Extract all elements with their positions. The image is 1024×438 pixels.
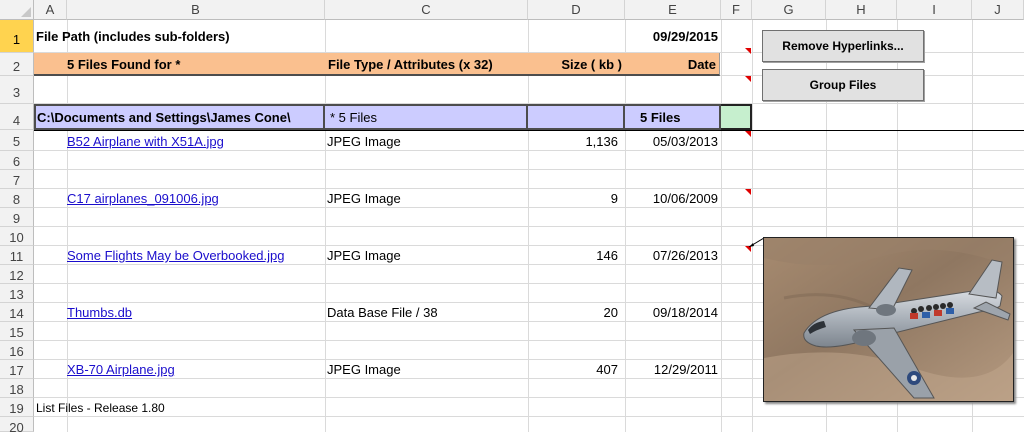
date-column-header: Date — [687, 57, 716, 72]
col-header-g[interactable]: G — [752, 0, 826, 20]
gridline — [34, 169, 1024, 170]
row-header-8[interactable]: 8 — [0, 189, 34, 208]
row-header-20[interactable]: 20 — [0, 417, 34, 435]
row-header-5[interactable]: 5 — [0, 130, 34, 151]
comment-indicator[interactable] — [745, 131, 751, 137]
file-date: 12/29/2011 — [653, 362, 718, 377]
group-files-button[interactable]: Group Files — [762, 69, 924, 101]
row-header-6[interactable]: 6 — [0, 151, 34, 170]
row-header-4[interactable]: 4 — [0, 104, 34, 130]
row-header-16[interactable]: 16 — [0, 341, 34, 360]
file-type: JPEG Image — [327, 362, 401, 377]
f4-cell-border — [721, 104, 752, 130]
type-column-header: File Type / Attributes (x 32) — [328, 57, 493, 72]
file-link[interactable]: B52 Airplane with X51A.jpg — [67, 131, 325, 151]
col-header-h[interactable]: H — [826, 0, 897, 20]
row-header-18[interactable]: 18 — [0, 379, 34, 398]
file-type: JPEG Image — [327, 191, 401, 206]
row-header-1[interactable]: 1 — [0, 20, 34, 53]
comment-indicator[interactable] — [745, 76, 751, 82]
file-date: 05/03/2013 — [652, 133, 718, 149]
row-header-2[interactable]: 2 — [0, 53, 34, 76]
file-link[interactable]: XB-70 Airplane.jpg — [67, 360, 325, 379]
row-header-10[interactable]: 10 — [0, 227, 34, 246]
file-type: Data Base File / 38 — [327, 305, 438, 320]
comment-indicator[interactable] — [745, 189, 751, 195]
file-date: 09/18/2014 — [652, 305, 718, 320]
path-value[interactable]: C:\Documents and Settings\James Cone\ — [37, 104, 323, 130]
row-header-13[interactable]: 13 — [0, 284, 34, 303]
file-size: 20 — [603, 305, 618, 320]
files-pattern[interactable]: * 5 Files — [330, 104, 525, 130]
col-header-d[interactable]: D — [528, 0, 625, 20]
file-link[interactable]: C17 airplanes_091006.jpg — [67, 189, 325, 208]
row-header-11[interactable]: 11 — [0, 246, 34, 265]
row-header-12[interactable]: 12 — [0, 265, 34, 284]
col-header-f[interactable]: F — [721, 0, 752, 20]
file-date: 10/06/2009 — [652, 191, 718, 206]
files-count[interactable]: 5 Files — [640, 104, 720, 130]
files-found-label: 5 Files Found for * — [67, 57, 181, 72]
row-header-15[interactable]: 15 — [0, 322, 34, 341]
comment-indicator[interactable] — [745, 48, 751, 54]
col-header-j[interactable]: J — [972, 0, 1024, 20]
col-header-i[interactable]: I — [897, 0, 972, 20]
gridline — [34, 226, 1024, 227]
file-size: 9 — [610, 191, 618, 206]
row-header-3[interactable]: 3 — [0, 76, 34, 104]
row-header-19[interactable]: 19 — [0, 398, 34, 417]
file-link[interactable]: Some Flights May be Overbooked.jpg — [67, 246, 325, 265]
row-header-14[interactable]: 14 — [0, 303, 34, 322]
report-date: 09/29/2015 — [652, 29, 718, 44]
row-header-9[interactable]: 9 — [0, 208, 34, 227]
col-header-c[interactable]: C — [325, 0, 528, 20]
col-header-e[interactable]: E — [625, 0, 721, 20]
col-header-a[interactable]: A — [34, 0, 67, 20]
release-note: List Files - Release 1.80 — [36, 400, 165, 415]
remove-hyperlinks-button[interactable]: Remove Hyperlinks... — [762, 30, 924, 62]
file-type: JPEG Image — [327, 248, 401, 263]
airplane-photo-image — [764, 238, 1013, 401]
file-size: 407 — [596, 362, 618, 377]
spreadsheet: A B C D E F G H I J 1 2 3 4 5 6 7 8 9 10… — [0, 0, 1024, 435]
row-header-17[interactable]: 17 — [0, 360, 34, 379]
file-size: 1,136 — [585, 133, 618, 149]
file-type: JPEG Image — [327, 133, 401, 149]
select-all-corner[interactable] — [0, 0, 34, 20]
row-header-7[interactable]: 7 — [0, 170, 34, 189]
size-total-cell-border — [528, 104, 625, 130]
file-path-label: File Path (includes sub-folders) — [36, 29, 230, 44]
col-header-b[interactable]: B — [67, 0, 325, 20]
file-size: 146 — [596, 248, 618, 263]
size-column-header: Size ( kb ) — [561, 57, 622, 72]
file-date: 07/26/2013 — [652, 248, 718, 263]
airplane-photo[interactable] — [763, 237, 1014, 402]
file-link[interactable]: Thumbs.db — [67, 303, 325, 322]
